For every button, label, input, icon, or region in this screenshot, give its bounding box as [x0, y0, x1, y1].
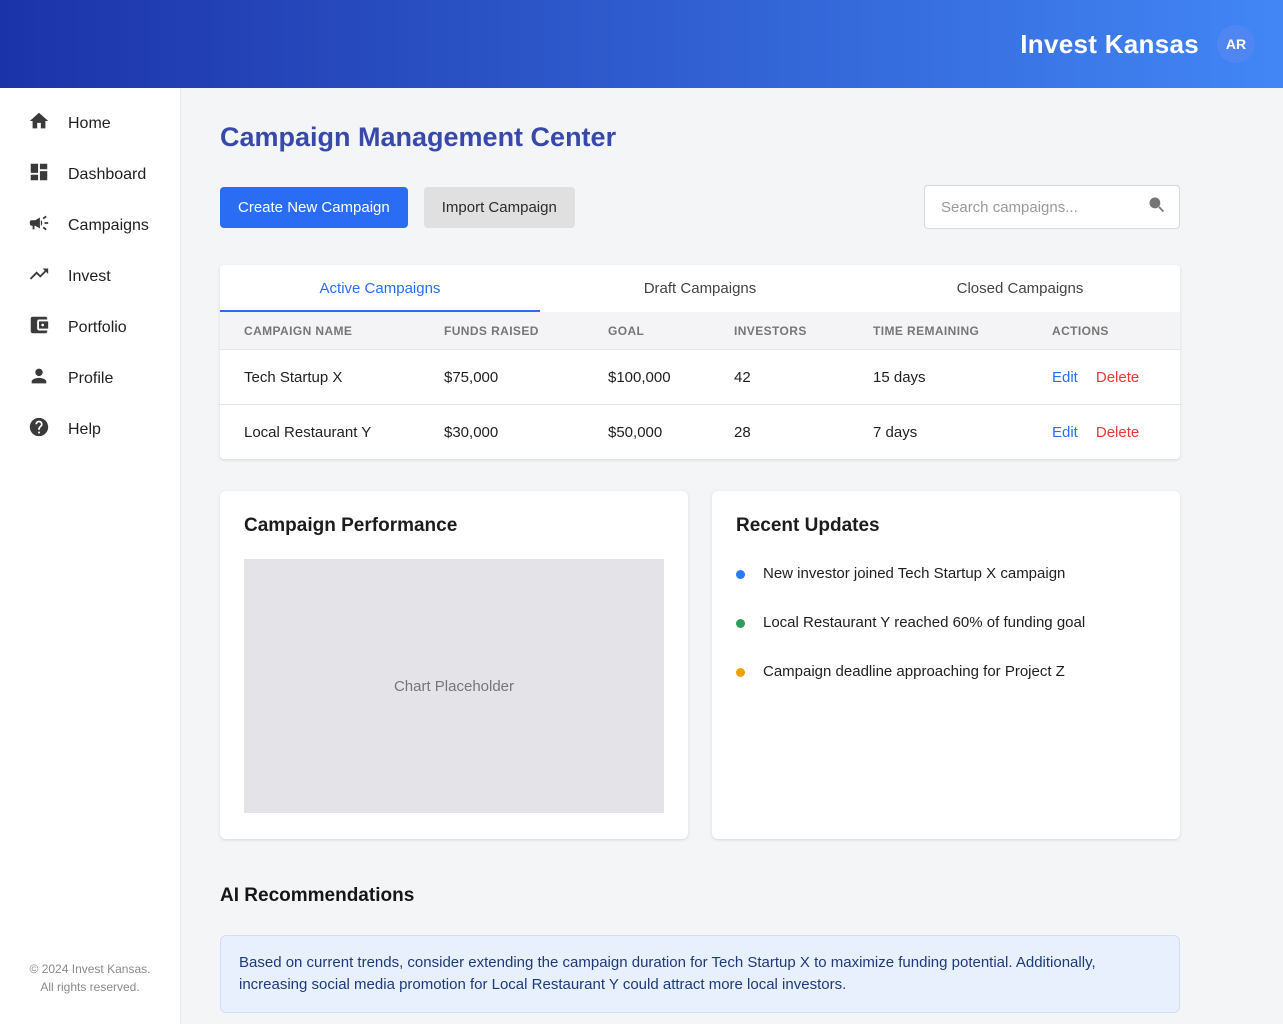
top-bar: Invest Kansas AR: [0, 0, 1283, 88]
sidebar-item-label: Profile: [68, 370, 113, 388]
person-icon: [28, 365, 50, 392]
table-header-row: CAMPAIGN NAME FUNDS RAISED GOAL INVESTOR…: [220, 312, 1180, 349]
update-text: New investor joined Tech Startup X campa…: [763, 565, 1065, 582]
sidebar-item-dashboard[interactable]: Dashboard: [0, 149, 180, 200]
delete-button[interactable]: Delete: [1096, 424, 1139, 441]
list-item: Local Restaurant Y reached 60% of fundin…: [736, 614, 1156, 631]
time-remaining-cell: 7 days: [873, 424, 1052, 441]
import-campaign-button[interactable]: Import Campaign: [424, 187, 575, 228]
edit-button[interactable]: Edit: [1052, 369, 1078, 386]
dashboard-cards: Campaign Performance Chart Placeholder R…: [220, 491, 1180, 839]
actions-cell: Edit Delete: [1052, 424, 1156, 441]
user-avatar[interactable]: AR: [1217, 25, 1255, 63]
sidebar-item-label: Invest: [68, 268, 111, 286]
sidebar-item-home[interactable]: Home: [0, 98, 180, 149]
card-title: Campaign Performance: [244, 515, 664, 537]
col-header-investors: INVESTORS: [734, 324, 873, 338]
campaign-name-cell: Local Restaurant Y: [244, 424, 444, 441]
sidebar-item-profile[interactable]: Profile: [0, 353, 180, 404]
campaign-performance-card: Campaign Performance Chart Placeholder: [220, 491, 688, 839]
search-icon: [1147, 195, 1167, 220]
investors-cell: 28: [734, 424, 873, 441]
list-item: New investor joined Tech Startup X campa…: [736, 565, 1156, 582]
update-text: Local Restaurant Y reached 60% of fundin…: [763, 614, 1085, 631]
help-icon: [28, 416, 50, 443]
recent-updates-card: Recent Updates New investor joined Tech …: [712, 491, 1180, 839]
trending-up-icon: [28, 263, 50, 290]
tab-active-campaigns[interactable]: Active Campaigns: [220, 265, 540, 312]
chart-placeholder: Chart Placeholder: [244, 559, 664, 813]
app-title: Invest Kansas: [1020, 29, 1199, 60]
card-title: Recent Updates: [736, 515, 1156, 537]
create-campaign-button[interactable]: Create New Campaign: [220, 187, 408, 228]
ai-recommendation-box: Based on current trends, consider extend…: [220, 935, 1180, 1013]
layout: Home Dashboard Campaigns Invest: [0, 88, 1283, 1024]
sidebar-item-label: Portfolio: [68, 319, 127, 337]
table-row: Local Restaurant Y $30,000 $50,000 28 7 …: [220, 404, 1180, 459]
campaign-tabs: Active Campaigns Draft Campaigns Closed …: [220, 265, 1180, 312]
dashboard-icon: [28, 161, 50, 188]
funds-raised-cell: $30,000: [444, 424, 608, 441]
sidebar-item-label: Help: [68, 421, 101, 439]
sidebar-item-portfolio[interactable]: Portfolio: [0, 302, 180, 353]
funds-raised-cell: $75,000: [444, 369, 608, 386]
col-header-goal: GOAL: [608, 324, 734, 338]
tab-draft-campaigns[interactable]: Draft Campaigns: [540, 265, 860, 312]
blue-dot-icon: [736, 570, 745, 579]
green-dot-icon: [736, 619, 745, 628]
sidebar-item-help[interactable]: Help: [0, 404, 180, 455]
list-item: Campaign deadline approaching for Projec…: [736, 663, 1156, 680]
sidebar-item-invest[interactable]: Invest: [0, 251, 180, 302]
tab-closed-campaigns[interactable]: Closed Campaigns: [860, 265, 1180, 312]
search-input[interactable]: [941, 199, 1147, 216]
page-title: Campaign Management Center: [220, 122, 1180, 153]
wallet-icon: [28, 314, 50, 341]
edit-button[interactable]: Edit: [1052, 424, 1078, 441]
sidebar: Home Dashboard Campaigns Invest: [0, 88, 180, 1024]
investors-cell: 42: [734, 369, 873, 386]
table-row: Tech Startup X $75,000 $100,000 42 15 da…: [220, 349, 1180, 404]
main-area: Campaign Management Center Create New Ca…: [180, 88, 1283, 1024]
col-header-time-remaining: TIME REMAINING: [873, 324, 1052, 338]
update-text: Campaign deadline approaching for Projec…: [763, 663, 1065, 680]
time-remaining-cell: 15 days: [873, 369, 1052, 386]
campaigns-panel: Active Campaigns Draft Campaigns Closed …: [220, 265, 1180, 459]
col-header-campaign-name: CAMPAIGN NAME: [244, 324, 444, 338]
goal-cell: $100,000: [608, 369, 734, 386]
copyright-text: © 2024 Invest Kansas. All rights reserve…: [0, 960, 180, 996]
sidebar-item-label: Dashboard: [68, 166, 146, 184]
campaign-name-cell: Tech Startup X: [244, 369, 444, 386]
updates-list: New investor joined Tech Startup X campa…: [736, 559, 1156, 680]
sidebar-nav: Home Dashboard Campaigns Invest: [0, 88, 180, 455]
sidebar-item-label: Campaigns: [68, 217, 149, 235]
ai-recommendations-title: AI Recommendations: [220, 885, 1180, 907]
sidebar-item-label: Home: [68, 115, 111, 133]
orange-dot-icon: [736, 668, 745, 677]
actions-cell: Edit Delete: [1052, 369, 1156, 386]
goal-cell: $50,000: [608, 424, 734, 441]
col-header-actions: ACTIONS: [1052, 324, 1156, 338]
toolbar: Create New Campaign Import Campaign: [220, 185, 1180, 229]
search-box: [924, 185, 1180, 229]
home-icon: [28, 110, 50, 137]
megaphone-icon: [28, 212, 50, 239]
col-header-funds-raised: FUNDS RAISED: [444, 324, 608, 338]
sidebar-item-campaigns[interactable]: Campaigns: [0, 200, 180, 251]
delete-button[interactable]: Delete: [1096, 369, 1139, 386]
